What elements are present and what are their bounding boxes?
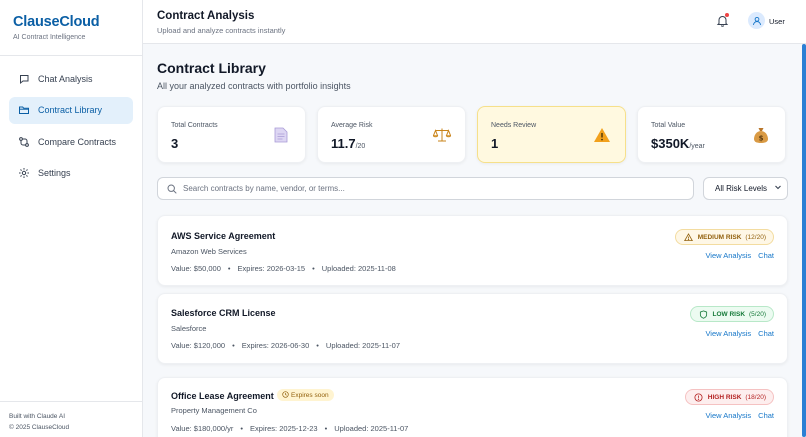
notification-dot — [725, 13, 729, 17]
card-actions: View Analysis Chat — [705, 411, 774, 420]
search-input[interactable] — [183, 184, 683, 193]
contract-expires: Expires: 2026-06-30 — [242, 341, 310, 350]
sidebar-item-label: Settings — [38, 168, 71, 178]
footer-copyright: © 2025 ClauseCloud — [9, 422, 133, 433]
contract-vendor: Property Management Co — [171, 406, 257, 415]
sidebar-footer: Built with Claude AI © 2025 ClauseCloud — [0, 401, 142, 437]
sidebar-item-label: Chat Analysis — [38, 74, 93, 84]
contract-value: Value: $120,000 — [171, 341, 225, 350]
sidebar-item-compare-contracts[interactable]: Compare Contracts — [9, 128, 133, 155]
scrollbar-track[interactable] — [802, 44, 806, 437]
stat-card-average-risk: Average Risk 11.7/20 — [317, 106, 466, 163]
contract-name[interactable]: AWS Service Agreement — [171, 231, 275, 241]
header-title: Contract Analysis — [157, 10, 254, 22]
sidebar-nav: Chat Analysis Contract Library Compare C… — [0, 56, 142, 200]
contract-name[interactable]: Office Lease Agreement — [171, 391, 274, 401]
risk-score: (12/20) — [745, 234, 766, 241]
document-icon — [273, 127, 289, 143]
contract-expires: Expires: 2026-03-15 — [238, 264, 306, 273]
chat-icon — [18, 73, 30, 85]
stat-value: 3 — [171, 136, 178, 151]
chevron-down-icon — [774, 183, 782, 191]
risk-badge: LOW RISK(5/20) — [690, 306, 774, 322]
contract-value: Value: $50,000 — [171, 264, 221, 273]
contract-meta: Value: $120,000•Expires: 2026-06-30•Uplo… — [171, 341, 400, 350]
chat-link[interactable]: Chat — [758, 329, 774, 338]
stat-card-needs-review: Needs Review 1 — [477, 106, 626, 163]
user-icon — [752, 16, 762, 26]
contract-vendor: Salesforce — [171, 324, 206, 333]
avatar[interactable] — [748, 12, 765, 29]
risk-badge: HIGH RISK(18/20) — [685, 389, 774, 405]
view-analysis-link[interactable]: View Analysis — [705, 411, 751, 420]
stat-label: Needs Review — [491, 122, 536, 129]
expires-soon-badge: Expires soon — [277, 389, 334, 401]
stat-label: Average Risk — [331, 122, 373, 129]
clock-icon — [282, 391, 289, 398]
card-actions: View Analysis Chat — [705, 251, 774, 260]
risk-label: HIGH RISK — [708, 394, 742, 401]
contract-card[interactable]: Office Lease Agreement Expires soon Prop… — [157, 377, 788, 437]
warning-icon — [593, 127, 609, 143]
stat-value: 11.7/20 — [331, 136, 365, 151]
sidebar-item-chat-analysis[interactable]: Chat Analysis — [9, 65, 133, 92]
risk-score: (5/20) — [749, 311, 766, 318]
contract-vendor: Amazon Web Services — [171, 247, 247, 256]
chat-link[interactable]: Chat — [758, 251, 774, 260]
footer-built-with: Built with Claude AI — [9, 411, 133, 422]
svg-text:$: $ — [759, 135, 764, 143]
stat-label: Total Contracts — [171, 122, 218, 129]
risk-label: LOW RISK — [713, 311, 746, 318]
card-actions: View Analysis Chat — [705, 329, 774, 338]
view-analysis-link[interactable]: View Analysis — [705, 251, 751, 260]
main-content: Contract Library All your analyzed contr… — [143, 44, 806, 437]
folder-icon — [18, 104, 30, 116]
view-analysis-link[interactable]: View Analysis — [705, 329, 751, 338]
stat-card-total-contracts: Total Contracts 3 — [157, 106, 306, 163]
risk-badge: MEDIUM RISK(12/20) — [675, 229, 774, 245]
contract-value: Value: $180,000/yr — [171, 424, 233, 433]
brand: ClauseCloud AI Contract Intelligence — [0, 0, 142, 56]
contract-uploaded: Uploaded: 2025-11-08 — [322, 264, 396, 273]
contract-meta: Value: $50,000•Expires: 2026-03-15•Uploa… — [171, 264, 396, 273]
brand-name[interactable]: ClauseCloud — [13, 14, 129, 30]
contract-uploaded: Uploaded: 2025-11-07 — [334, 424, 408, 433]
risk-level-select-value: All Risk Levels — [715, 184, 767, 193]
stat-label: Total Value — [651, 122, 685, 129]
chat-link[interactable]: Chat — [758, 411, 774, 420]
search-bar[interactable] — [157, 177, 694, 200]
stat-value: $350K/year — [651, 136, 705, 151]
risk-label: MEDIUM RISK — [698, 234, 742, 241]
sidebar: ClauseCloud AI Contract Intelligence Cha… — [0, 0, 143, 437]
contract-meta: Value: $180,000/yr•Expires: 2025-12-23•U… — [171, 424, 408, 433]
shield-icon — [699, 310, 708, 319]
sidebar-item-label: Contract Library — [38, 105, 102, 115]
brand-tagline: AI Contract Intelligence — [13, 34, 129, 41]
scrollbar-thumb[interactable] — [802, 44, 806, 437]
page-title: Contract Library — [157, 60, 266, 76]
sidebar-item-label: Compare Contracts — [38, 137, 116, 147]
contract-card[interactable]: AWS Service Agreement Amazon Web Service… — [157, 215, 788, 286]
contract-name[interactable]: Salesforce CRM License — [171, 308, 276, 318]
header-subtitle: Upload and analyze contracts instantly — [157, 26, 285, 35]
sidebar-item-settings[interactable]: Settings — [9, 160, 133, 187]
money-bag-icon: $ — [753, 127, 769, 143]
contract-uploaded: Uploaded: 2025-11-07 — [326, 341, 400, 350]
alert-circle-icon — [694, 393, 703, 402]
stat-card-total-value: Total Value $350K/year $ — [637, 106, 786, 163]
top-header: Contract Analysis Upload and analyze con… — [143, 0, 806, 44]
contract-expires: Expires: 2025-12-23 — [250, 424, 318, 433]
scales-icon — [433, 127, 449, 143]
risk-level-select[interactable]: All Risk Levels — [703, 177, 788, 200]
search-icon — [167, 184, 177, 194]
gear-icon — [18, 167, 30, 179]
risk-score: (18/20) — [745, 394, 766, 401]
stat-value: 1 — [491, 136, 498, 151]
warning-icon — [684, 233, 693, 242]
page-subtitle: All your analyzed contracts with portfol… — [157, 81, 351, 91]
compare-icon — [18, 136, 30, 148]
sidebar-item-contract-library[interactable]: Contract Library — [9, 97, 133, 124]
user-label[interactable]: User — [769, 17, 785, 26]
contract-card[interactable]: Salesforce CRM License Salesforce Value:… — [157, 293, 788, 364]
